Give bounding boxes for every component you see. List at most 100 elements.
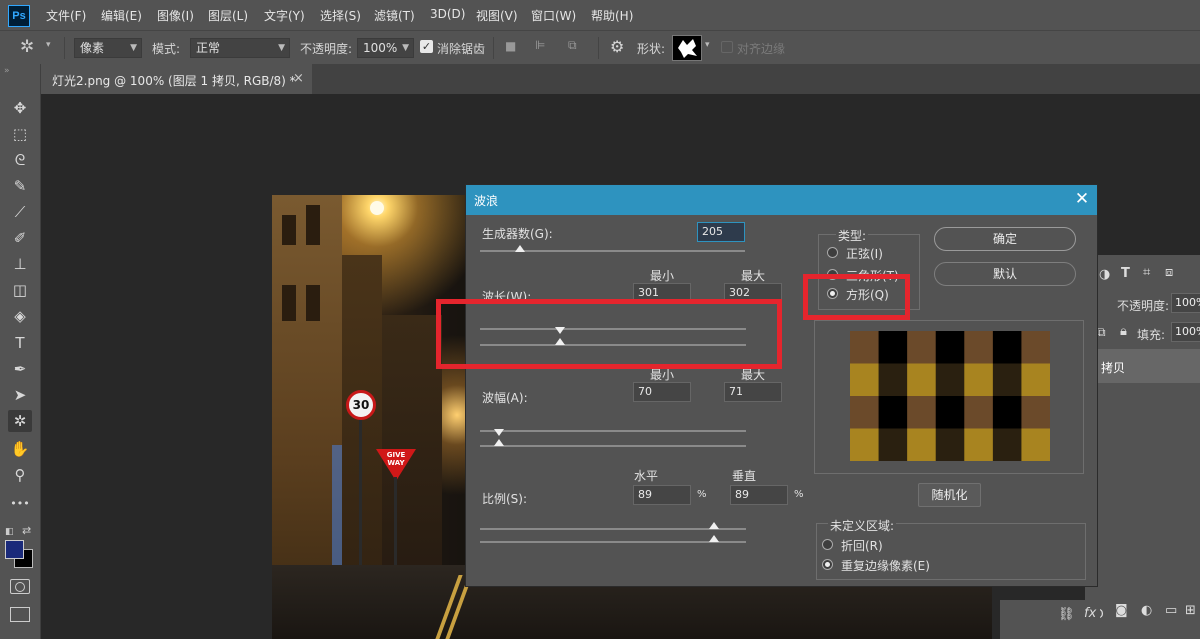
layer-opacity-field[interactable]: 100% [1171,293,1200,313]
mode-select[interactable]: 正常 ▼ [190,38,290,58]
dialog-titlebar[interactable]: 波浪 ✕ [466,185,1097,215]
path-align-icon[interactable]: ⊫ [535,38,545,52]
layer-row-selected[interactable]: 拷贝 [1085,349,1200,383]
adjustment-layer-icon[interactable]: ◐ [1141,603,1152,618]
pixel-mode-select[interactable]: 像素 ▼ [74,38,142,58]
scale-v-track[interactable] [480,541,746,543]
menu-view[interactable]: 视图(V) [476,7,518,24]
adjustment-filter-icon[interactable]: ◑ [1099,267,1110,282]
lasso-tool-icon[interactable]: ᘓ [8,149,32,171]
fill-field[interactable]: 100% [1171,322,1200,342]
marquee-tool-icon[interactable]: ⬚ [8,123,32,145]
bucket-tool-icon[interactable]: ◈ [8,305,32,327]
chevron-down-icon[interactable]: ▾ [705,40,710,50]
menu-3d[interactable]: 3D(D) [430,7,465,21]
preview-cell [935,363,965,397]
zoom-tool-icon[interactable]: ⚲ [8,464,32,486]
square-type-highlight-box [803,274,910,320]
pen-tool-icon[interactable]: ✒ [8,358,32,380]
menu-edit[interactable]: 编辑(E) [101,7,142,24]
swap-colors-icon[interactable]: ⇄ [22,524,31,537]
hand-tool-icon[interactable]: ✋ [8,438,32,460]
fill-label: 填充: [1137,328,1166,342]
more-tools-icon[interactable]: ••• [8,493,32,515]
menu-layer[interactable]: 图层(L) [208,7,248,24]
shape-filter-icon[interactable]: ⌗ [1143,265,1150,280]
fx-label-icon[interactable]: fx [1084,606,1096,621]
speed-limit-sign: 30 [346,390,376,420]
new-layer-icon[interactable]: ⊞ [1185,603,1196,618]
menu-help[interactable]: 帮助(H) [591,7,633,24]
close-tab-icon[interactable]: × [293,71,304,86]
gear-icon[interactable]: ⚙ [610,37,624,56]
align-edges-label: 对齐边缘 [737,42,786,56]
default-button[interactable]: 默认 [934,262,1076,286]
tools-panel: » ✥ ⬚ ᘓ ✎ ⟋ ✐ ⊥ ◫ ◈ T ✒ ➤ ✲ ✋ ⚲ ••• ◧ ⇄ [0,64,41,639]
preview-cell [878,331,908,364]
amplitude-min-handle[interactable] [493,429,504,436]
type-filter-icon[interactable]: T [1121,266,1130,281]
type-sine-radio[interactable] [827,247,838,258]
wrap-around-label: 折回(R) [841,539,883,553]
scale-v-handle[interactable] [709,535,720,542]
wave-filter-dialog: 波浪 ✕ 生成器数(G): 205 最小 最大 波长(W): 301 302 最… [436,184,1098,587]
wrap-around-radio[interactable] [822,539,833,550]
path-ops-icon[interactable]: ■ [505,39,516,53]
repeat-edge-label: 重复边缘像素(E) [841,559,930,573]
ok-button[interactable]: 确定 [934,227,1076,251]
document-tab-title: 灯光2.png @ 100% (图层 1 拷贝, RGB/8) * [52,74,296,88]
lock-icon[interactable]: 🔒︎ [1120,324,1127,339]
scale-horizontal-field[interactable]: 89 [633,485,691,505]
menu-image[interactable]: 图像(I) [157,7,194,24]
amplitude-min-track[interactable] [480,430,746,432]
add-mask-icon[interactable]: ◙ [1115,603,1128,618]
stamp-tool-icon[interactable]: ⊥ [8,253,32,275]
generators-slider-handle[interactable] [514,245,525,252]
amplitude-max-field[interactable]: 71 [724,382,782,402]
collapse-icon[interactable]: » [4,66,10,76]
panel-footer: ⛓ fx [1000,600,1100,639]
path-select-tool-icon[interactable]: ➤ [8,384,32,406]
scale-h-track[interactable] [480,528,746,530]
default-colors-icon[interactable]: ◧ [5,527,14,537]
repeat-edge-radio[interactable] [822,559,833,570]
menu-file[interactable]: 文件(F) [46,7,86,24]
amplitude-max-track[interactable] [480,445,746,447]
quick-mask-icon[interactable] [10,579,30,594]
eyedropper-tool-icon[interactable]: ⟋ [8,201,32,223]
document-tab[interactable]: 灯光2.png @ 100% (图层 1 拷贝, RGB/8) * × [40,64,312,94]
antialias-checkbox[interactable]: ✓ [420,40,433,53]
scale-h-handle[interactable] [709,522,720,529]
menu-window[interactable]: 窗口(W) [531,7,576,24]
puppet-warp-icon[interactable]: ✲ [20,37,34,57]
type-tool-icon[interactable]: T [8,332,32,354]
opacity-field[interactable]: 100% ▼ [357,38,414,58]
screen-mode-icon[interactable] [10,607,30,622]
scale-vertical-field[interactable]: 89 [730,485,788,505]
preview-cell [907,331,937,364]
menu-select[interactable]: 选择(S) [320,7,361,24]
move-tool-icon[interactable]: ✥ [8,97,32,119]
link-icon[interactable]: ⛓ [1058,607,1075,622]
move-lock-icon[interactable]: ⧉ [1097,325,1106,340]
group-icon[interactable]: ▭ [1165,603,1177,618]
chevron-down-icon[interactable]: ▾ [46,40,51,50]
generators-field[interactable]: 205 [697,222,745,242]
foreground-color-swatch[interactable] [5,540,24,559]
brush-tool-icon[interactable]: ✐ [8,227,32,249]
menu-type[interactable]: 文字(Y) [264,7,305,24]
shape-tool-icon[interactable]: ✲ [8,410,32,432]
quick-select-tool-icon[interactable]: ✎ [8,175,32,197]
shape-picker[interactable] [672,35,702,61]
amplitude-max-handle[interactable] [493,439,504,446]
amplitude-min-field[interactable]: 70 [633,382,691,402]
randomize-button[interactable]: 随机化 [918,483,981,507]
menu-filter[interactable]: 滤镜(T) [374,7,415,24]
path-arrange-icon[interactable]: ⧉ [568,38,577,53]
eraser-tool-icon[interactable]: ◫ [8,279,32,301]
dialog-title: 波浪 [474,194,499,208]
smart-object-filter-icon[interactable]: ⧈ [1165,265,1173,280]
align-edges-checkbox[interactable] [721,41,733,53]
street-lamp [370,201,384,215]
close-icon[interactable]: ✕ [1071,188,1093,210]
